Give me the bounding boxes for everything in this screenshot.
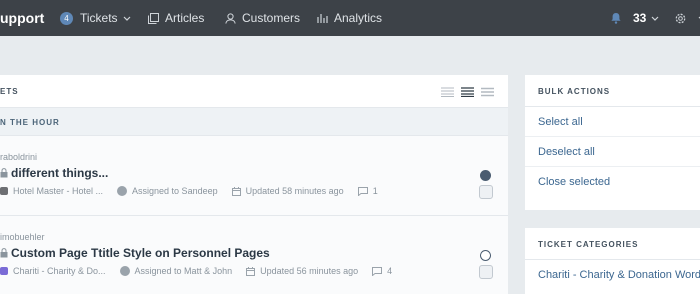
articles-icon bbox=[148, 12, 159, 24]
tickets-panel-header: ETS bbox=[0, 75, 508, 108]
ticket-comments: 1 bbox=[357, 186, 378, 196]
nav-tickets-label: Tickets bbox=[80, 11, 118, 25]
bell-icon bbox=[611, 13, 621, 24]
ticket-checkbox[interactable] bbox=[479, 265, 493, 279]
bar-chart-icon bbox=[317, 13, 328, 23]
ticket-checkbox[interactable] bbox=[479, 185, 493, 199]
user-icon bbox=[225, 12, 236, 24]
close-selected-link[interactable]: Close selected bbox=[525, 167, 700, 197]
ticket-updated: Updated 58 minutes ago bbox=[231, 186, 344, 196]
ticket-meta: Chariti - Charity & Do... Assigned to Ma… bbox=[0, 266, 406, 276]
nav-tickets[interactable]: 4 Tickets bbox=[60, 0, 137, 36]
chevron-down-icon bbox=[651, 16, 659, 21]
nav-customers-label: Customers bbox=[242, 11, 301, 25]
ticket-user: imobuehler bbox=[0, 232, 45, 242]
nav-analytics-label: Analytics bbox=[334, 11, 383, 25]
ticket-categories-title: TICKET CATEGORIES bbox=[538, 240, 639, 249]
nav-articles-label: Articles bbox=[165, 11, 205, 25]
tickets-panel-title: ETS bbox=[0, 87, 19, 96]
ticket-product[interactable]: Hotel Master - Hotel ... bbox=[0, 186, 103, 196]
bulk-actions-card: BULK ACTIONS Select all Deselect all Clo… bbox=[525, 75, 700, 210]
avatar bbox=[119, 266, 130, 276]
product-icon bbox=[0, 187, 8, 195]
ticket-row[interactable]: imobuehler Custom Page Ttitle Style on P… bbox=[0, 216, 508, 294]
nav-customers[interactable]: Customers bbox=[225, 0, 300, 36]
ticket-title-text: Custom Page Ttitle Style on Personnel Pa… bbox=[11, 246, 270, 260]
ticket-group-header: N THE HOUR bbox=[0, 108, 508, 136]
ticket-assignee-label: Assigned to Matt & John bbox=[134, 266, 233, 276]
bulk-actions-title: BULK ACTIONS bbox=[538, 87, 611, 96]
ticket-meta: Hotel Master - Hotel ... Assigned to San… bbox=[0, 186, 392, 196]
lock-icon bbox=[0, 248, 8, 258]
ticket-product[interactable]: Chariti - Charity & Do... bbox=[0, 266, 106, 276]
nav-analytics[interactable]: Analytics bbox=[317, 0, 382, 36]
ticket-product-label: Chariti - Charity & Do... bbox=[13, 266, 106, 276]
calendar-icon bbox=[246, 266, 256, 276]
ticket-comments: 4 bbox=[372, 266, 392, 276]
expanded-view-icon[interactable] bbox=[481, 87, 494, 97]
tickets-panel: ETS N THE HOUR raboldrini different thin… bbox=[0, 75, 508, 294]
ticket-assignee-label: Assigned to Sandeep bbox=[132, 186, 218, 196]
ticket-comments-count: 4 bbox=[387, 266, 393, 276]
ticket-row[interactable]: raboldrini different things... Hotel Mas… bbox=[0, 136, 508, 216]
ticket-product-label: Hotel Master - Hotel ... bbox=[13, 186, 104, 196]
brand-title[interactable]: upport bbox=[0, 0, 44, 36]
ticket-updated-label: Updated 58 minutes ago bbox=[245, 186, 344, 196]
bulk-actions-header: BULK ACTIONS bbox=[525, 75, 700, 107]
ticket-categories-header: TICKET CATEGORIES bbox=[525, 228, 700, 260]
ticket-assignee: Assigned to Matt & John bbox=[119, 266, 233, 276]
status-indicator bbox=[480, 170, 491, 181]
ticket-updated-label: Updated 56 minutes ago bbox=[260, 266, 359, 276]
product-icon bbox=[0, 267, 8, 275]
category-link[interactable]: Chariti - Charity & Donation WordPr bbox=[525, 260, 700, 290]
ticket-title-text: different things... bbox=[11, 166, 109, 180]
chevron-down-icon bbox=[123, 16, 130, 21]
ticket-updated: Updated 56 minutes ago bbox=[246, 266, 358, 276]
status-indicator bbox=[480, 250, 491, 261]
select-all-link[interactable]: Select all bbox=[525, 107, 700, 137]
avatar bbox=[117, 186, 128, 196]
gear-icon bbox=[675, 13, 686, 23]
ticket-user: raboldrini bbox=[0, 152, 38, 162]
compact-view-icon[interactable] bbox=[441, 87, 454, 97]
ticket-group-title: N THE HOUR bbox=[0, 118, 60, 127]
top-navigation-bar: upport 4 Tickets Articles Customers Anal… bbox=[0, 0, 700, 36]
comment-icon bbox=[372, 266, 383, 276]
ticket-title[interactable]: Custom Page Ttitle Style on Personnel Pa… bbox=[0, 246, 270, 260]
settings-menu[interactable] bbox=[674, 0, 700, 36]
tickets-count-badge: 4 bbox=[60, 11, 73, 25]
deselect-all-link[interactable]: Deselect all bbox=[525, 137, 700, 167]
notification-count: 33 bbox=[633, 11, 647, 25]
comment-icon bbox=[357, 186, 368, 196]
calendar-icon bbox=[231, 186, 241, 196]
notifications-menu[interactable]: 33 bbox=[610, 0, 665, 36]
ticket-categories-card: TICKET CATEGORIES Chariti - Charity & Do… bbox=[525, 228, 700, 294]
ticket-title[interactable]: different things... bbox=[0, 166, 108, 180]
nav-articles[interactable]: Articles bbox=[148, 0, 204, 36]
list-view-icon[interactable] bbox=[461, 87, 474, 97]
ticket-comments-count: 1 bbox=[372, 186, 378, 196]
ticket-assignee: Assigned to Sandeep bbox=[117, 186, 218, 196]
lock-icon bbox=[0, 168, 8, 178]
